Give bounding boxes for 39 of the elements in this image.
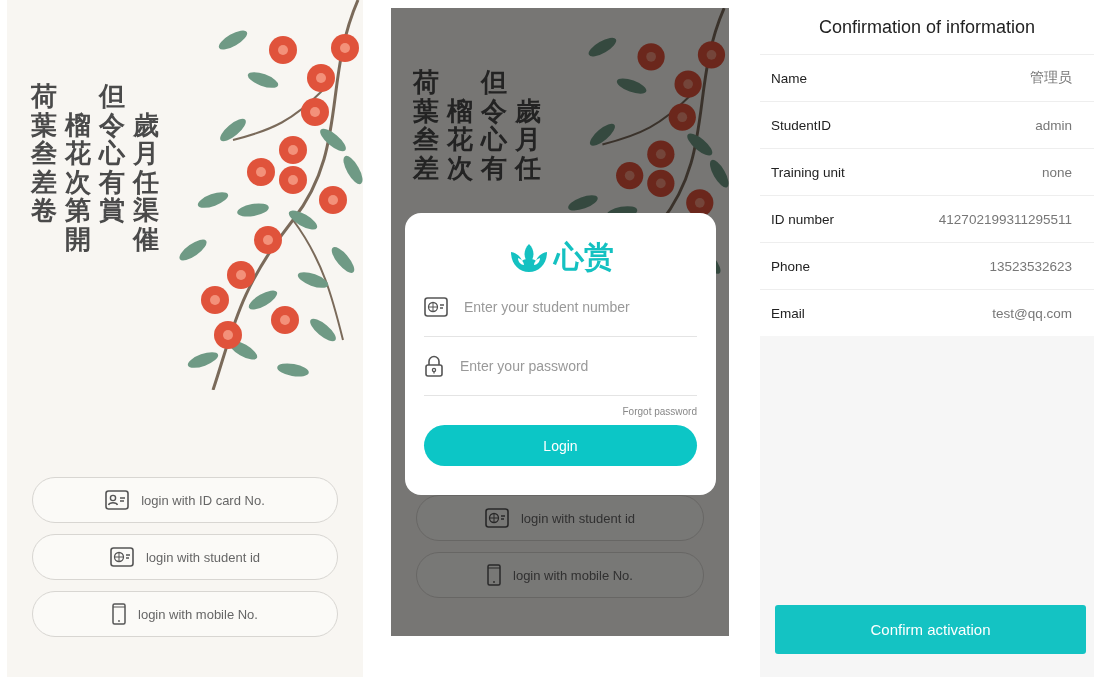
phone-icon bbox=[112, 603, 126, 625]
info-label: Phone bbox=[771, 258, 811, 274]
login-option-button[interactable]: login with mobile No. bbox=[416, 552, 704, 598]
student-card-icon bbox=[109, 547, 134, 567]
info-label: Email bbox=[771, 305, 805, 321]
page-title: Confirmation of information bbox=[760, 0, 1094, 54]
info-value: 13523532623 bbox=[989, 258, 1072, 274]
forgot-password-link[interactable]: Forgot password bbox=[622, 406, 697, 417]
id-card-icon bbox=[105, 490, 130, 510]
phone-icon bbox=[487, 564, 501, 586]
student-card-icon bbox=[424, 297, 448, 317]
info-label: StudentID bbox=[771, 117, 832, 133]
poem-column: 歲月任渠催 bbox=[133, 82, 159, 254]
login-option-button[interactable]: login with ID card No. bbox=[32, 477, 338, 523]
info-value: none bbox=[1041, 164, 1072, 180]
confirm-activation-button[interactable]: Confirm activation bbox=[775, 605, 1086, 654]
login-option-button[interactable]: login with mobile No. bbox=[32, 591, 338, 637]
info-value: admin bbox=[1035, 117, 1072, 133]
login-button[interactable]: Login bbox=[424, 425, 697, 466]
logo-text: 心赏 bbox=[553, 238, 614, 276]
poem-column: 但令心有賞 bbox=[99, 82, 125, 254]
student-card-icon bbox=[484, 508, 509, 528]
poem-column: 荷葉叁差卷 bbox=[31, 82, 57, 254]
info-label: Name bbox=[771, 70, 807, 86]
info-value: 管理员 bbox=[1030, 69, 1072, 87]
login-option-button[interactable]: login with student id bbox=[416, 495, 704, 541]
login-option-button[interactable]: login with student id bbox=[32, 534, 338, 580]
poem-column: 榴花次 bbox=[447, 68, 473, 183]
poem-column: 但令心有 bbox=[481, 68, 507, 183]
poem-column: 荷葉叁差 bbox=[413, 68, 439, 183]
poem-column: 歲月任 bbox=[515, 68, 541, 183]
info-value: 412702199311295511 bbox=[938, 211, 1072, 227]
info-value: test@qq.com bbox=[992, 305, 1072, 321]
poem-column: 榴花次第開 bbox=[65, 82, 91, 254]
info-label: ID number bbox=[771, 211, 835, 227]
info-label: Training unit bbox=[771, 164, 845, 180]
lock-icon bbox=[424, 355, 444, 377]
input-field[interactable]: Enter your student number bbox=[462, 298, 697, 316]
input-field[interactable]: Enter your password bbox=[458, 357, 697, 375]
